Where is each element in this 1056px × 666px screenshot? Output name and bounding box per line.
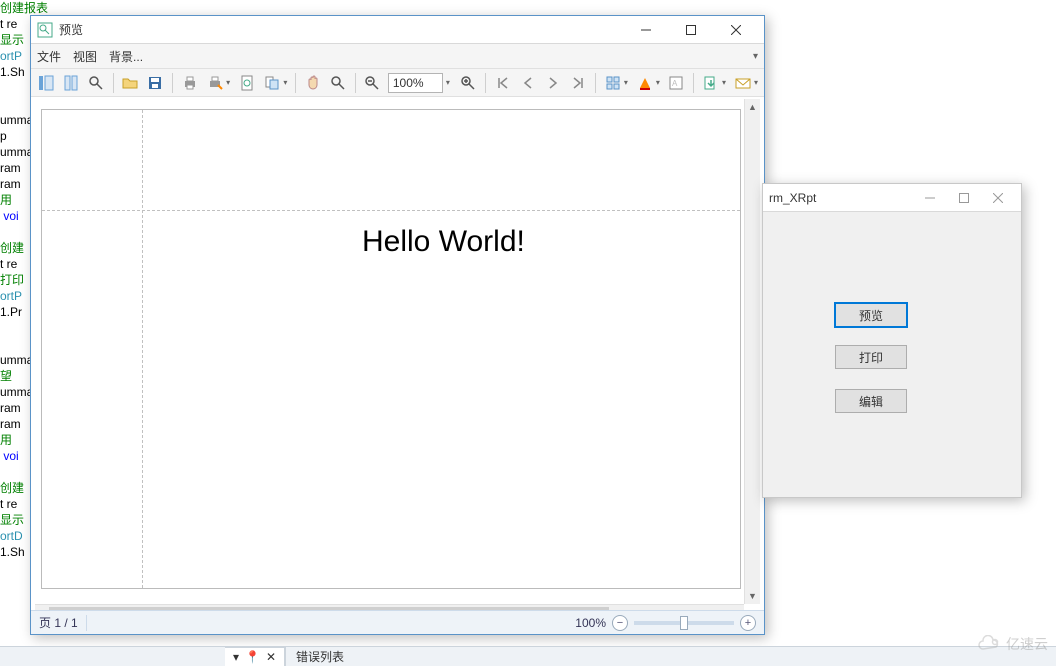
- menu-bar: 文件 视图 背景... ▾: [31, 44, 764, 69]
- document-area: Hello World! ▲ ▼: [35, 99, 760, 604]
- first-page-icon[interactable]: [492, 72, 513, 94]
- quick-print-icon[interactable]: [204, 72, 226, 94]
- report-body-text: Hello World!: [362, 225, 525, 259]
- watermark: 亿速云: [976, 634, 1048, 654]
- save-icon[interactable]: [145, 72, 166, 94]
- document-canvas[interactable]: Hello World!: [35, 99, 744, 604]
- export-dropdown[interactable]: ▾: [700, 72, 728, 94]
- status-zoom-in-button[interactable]: +: [740, 615, 756, 631]
- maximize-button[interactable]: [668, 16, 713, 44]
- watermark-icon[interactable]: A: [666, 72, 687, 94]
- thumbnails-icon[interactable]: [35, 72, 56, 94]
- form-title-bar[interactable]: rm_XRpt: [763, 184, 1021, 212]
- minimize-button[interactable]: [623, 16, 668, 44]
- zoom-value[interactable]: 100%: [388, 73, 443, 93]
- print-button[interactable]: 打印: [835, 345, 907, 369]
- vertical-scrollbar[interactable]: ▲ ▼: [744, 99, 760, 604]
- next-page-icon[interactable]: [542, 72, 563, 94]
- status-zoom-group: 100% − +: [575, 615, 756, 631]
- status-zoom-slider[interactable]: [634, 621, 734, 625]
- svg-text:A: A: [672, 79, 678, 88]
- scale-icon[interactable]: [261, 72, 283, 94]
- many-pages-dropdown[interactable]: ▾: [602, 72, 630, 94]
- bookmarks-icon[interactable]: [60, 72, 81, 94]
- preview-window: 预览 文件 视图 背景... ▾ ▾ ▾: [30, 15, 765, 635]
- close-button[interactable]: [713, 16, 758, 44]
- status-zoom-label: 100%: [575, 616, 606, 630]
- find-icon[interactable]: [85, 72, 106, 94]
- status-zoom-out-button[interactable]: −: [612, 615, 628, 631]
- menu-background[interactable]: 背景...: [109, 48, 143, 65]
- margin-guide-horizontal: [42, 210, 740, 211]
- quick-print-dropdown[interactable]: ▾: [204, 72, 232, 94]
- open-folder-icon[interactable]: [120, 72, 141, 94]
- close-icon[interactable]: ✕: [266, 650, 276, 664]
- slider-handle[interactable]: [680, 616, 688, 630]
- status-page-label: 页 1 / 1: [39, 614, 78, 631]
- zoom-combo[interactable]: 100% ▾: [387, 72, 454, 94]
- report-page: Hello World!: [41, 109, 741, 589]
- magnifier-icon[interactable]: [328, 72, 349, 94]
- print-icon[interactable]: [179, 72, 200, 94]
- export-icon[interactable]: [700, 72, 722, 94]
- last-page-icon[interactable]: [568, 72, 589, 94]
- window-controls: [913, 184, 1015, 212]
- send-icon[interactable]: [732, 72, 754, 94]
- prev-page-icon[interactable]: [517, 72, 538, 94]
- page-setup-icon[interactable]: [236, 72, 257, 94]
- toolbar: ▾ ▾ 100% ▾ ▾ ▾ A: [31, 69, 764, 97]
- scale-dropdown[interactable]: ▾: [261, 72, 289, 94]
- preview-button[interactable]: 预览: [835, 303, 907, 327]
- dropdown-icon[interactable]: ▾: [233, 650, 239, 664]
- color-icon[interactable]: [634, 72, 656, 94]
- status-bar: 页 1 / 1 100% − +: [31, 610, 764, 634]
- maximize-button[interactable]: [947, 184, 981, 212]
- window-controls: [623, 16, 758, 44]
- vs-bottom-strip: ▾ 📍 ✕ 错误列表: [0, 646, 1056, 666]
- preview-app-icon: [37, 22, 53, 38]
- zoom-in-icon[interactable]: [458, 72, 479, 94]
- many-pages-icon[interactable]: [602, 72, 624, 94]
- edit-button[interactable]: 编辑: [835, 389, 907, 413]
- cloud-icon: [976, 635, 1002, 653]
- form-body: 预览 打印 编辑: [763, 213, 1021, 497]
- preview-title-bar[interactable]: 预览: [31, 16, 764, 44]
- color-dropdown[interactable]: ▾: [634, 72, 662, 94]
- menu-file[interactable]: 文件: [37, 48, 61, 65]
- error-list-tab[interactable]: 错误列表: [285, 647, 354, 666]
- send-dropdown[interactable]: ▾: [732, 72, 760, 94]
- close-button[interactable]: [981, 184, 1015, 212]
- hand-tool-icon[interactable]: [302, 72, 323, 94]
- form-window-title: rm_XRpt: [769, 191, 913, 205]
- form-window: rm_XRpt 预览 打印 编辑: [762, 183, 1022, 498]
- margin-guide-vertical: [142, 110, 143, 588]
- menu-overflow-icon[interactable]: ▾: [753, 51, 758, 62]
- menu-view[interactable]: 视图: [73, 48, 97, 65]
- pin-icon[interactable]: 📍: [245, 650, 260, 664]
- scroll-down-icon[interactable]: ▼: [745, 588, 760, 604]
- preview-window-title: 预览: [59, 21, 623, 38]
- vs-tab-controls[interactable]: ▾ 📍 ✕: [225, 647, 285, 666]
- watermark-text: 亿速云: [1006, 634, 1048, 654]
- zoom-out-icon[interactable]: [362, 72, 383, 94]
- minimize-button[interactable]: [913, 184, 947, 212]
- scroll-up-icon[interactable]: ▲: [745, 99, 760, 115]
